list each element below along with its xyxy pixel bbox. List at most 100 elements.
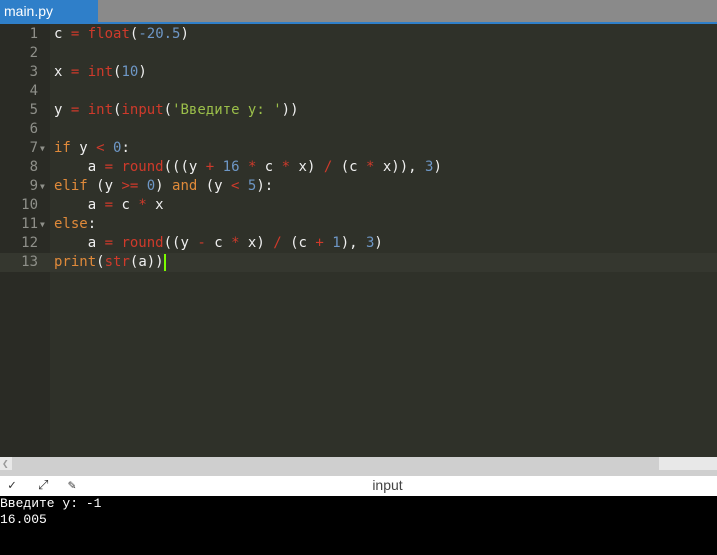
console-toolbar: ✓ ⤢ ✎ input	[0, 470, 717, 496]
code-token: >=	[121, 178, 139, 194]
line-number: 2	[29, 45, 38, 61]
code-token: y	[70, 140, 97, 156]
code-token: -	[197, 235, 206, 251]
scroll-left-icon[interactable]: ❮	[2, 457, 9, 471]
console-line: 16.005	[0, 512, 47, 527]
code-token: (	[163, 102, 173, 118]
code-text: a = round((y - c * x) / (c + 1), 3)	[54, 234, 383, 253]
code-text: a = round(((y + 16 * c * x) / (c * x)), …	[54, 158, 442, 177]
code-token: (	[96, 254, 105, 270]
code-token: if	[54, 140, 71, 156]
code-line[interactable]: 9 ▼ elif (y >= 0) and (y < 5):	[0, 177, 717, 196]
code-token: (y	[197, 178, 232, 194]
code-token: )	[180, 26, 189, 42]
code-token: :	[87, 216, 97, 232]
code-line[interactable]: 7 ▼ if y < 0:	[0, 139, 717, 158]
console-title: input	[372, 477, 403, 493]
code-text: else:	[54, 215, 96, 234]
code-token: )	[138, 64, 147, 80]
code-token: -20.5	[138, 26, 181, 42]
code-token: elif	[54, 178, 88, 194]
code-token: )	[433, 159, 442, 175]
line-number: 12	[21, 235, 38, 251]
console-line: Введите y: -1	[0, 496, 102, 511]
fold-arrow-icon[interactable]: ▼	[40, 139, 45, 158]
code-line[interactable]: 6	[0, 120, 717, 139]
tab-main-py[interactable]: main.py	[0, 0, 98, 22]
code-token: x)),	[374, 159, 425, 175]
line-number: 7	[29, 140, 38, 156]
code-token: <	[96, 140, 105, 156]
line-number: 13	[21, 254, 38, 270]
code-token: /	[273, 235, 282, 251]
code-token: *	[138, 197, 147, 213]
code-line[interactable]: 8 a = round(((y + 16 * c * x) / (c * x))…	[0, 158, 717, 177]
code-token: /	[323, 159, 333, 175]
tab-bar: main.py	[0, 0, 717, 24]
code-token: a	[54, 159, 105, 175]
line-number: 6	[29, 121, 38, 137]
code-token: round	[121, 235, 164, 251]
code-token: *	[281, 159, 291, 175]
code-token: ):	[256, 178, 274, 194]
code-token: 16	[222, 159, 240, 175]
fold-arrow-icon[interactable]: ▼	[40, 177, 45, 196]
horizontal-scrollbar[interactable]: ❮	[0, 457, 717, 471]
code-line[interactable]: 12 a = round((y - c * x) / (c + 1), 3)	[0, 234, 717, 253]
code-text: if y < 0:	[54, 139, 130, 158]
code-token: else	[54, 216, 88, 232]
line-number: 11	[21, 216, 38, 232]
line-number: 10	[21, 197, 38, 213]
code-token: ),	[340, 235, 366, 251]
console-output[interactable]: Введите y: -1 16.005	[0, 496, 717, 555]
code-token: int	[87, 64, 114, 80]
code-token: 10	[121, 64, 139, 80]
code-token: (c	[281, 235, 316, 251]
text-cursor	[163, 253, 166, 271]
code-line[interactable]: 3 x = int(10)	[0, 63, 717, 82]
line-number: 9	[29, 178, 38, 194]
code-token: and	[172, 178, 198, 194]
code-token: int	[87, 102, 114, 118]
code-text: y = int(input('Введите y: '))	[54, 101, 299, 120]
code-token: +	[315, 235, 324, 251]
code-token: (a))	[129, 254, 164, 270]
code-token: *	[231, 235, 240, 251]
code-token: print	[54, 254, 97, 270]
code-token: 'Введите y: '	[172, 102, 282, 118]
scrollbar-thumb[interactable]	[12, 457, 659, 471]
code-line[interactable]: 10 a = c * x	[0, 196, 717, 215]
code-editor[interactable]: 1c = float(-20.5) 2 3 x = int(10) 4 5 y = int(…	[0, 24, 717, 457]
code-line[interactable]: 13 print(str(a))	[0, 253, 717, 272]
code-token: =	[104, 159, 114, 175]
code-line[interactable]: 5y = int(input('Введите y: '))	[0, 101, 717, 120]
code-token: x)	[239, 235, 274, 251]
code-token: x	[146, 197, 164, 213]
code-line[interactable]: 1 c = float(-20.5)	[0, 25, 717, 44]
code-text: print(str(a))	[54, 253, 166, 272]
code-token: input	[121, 102, 164, 118]
code-line[interactable]: 11 ▼ else:	[0, 215, 717, 234]
line-number: 8	[29, 159, 38, 175]
code-token: ((y	[163, 235, 198, 251]
code-token: )	[155, 178, 173, 194]
code-token: 0	[146, 178, 156, 194]
fold-arrow-icon[interactable]: ▼	[40, 215, 45, 234]
code-token: 1	[332, 235, 341, 251]
code-token: round	[121, 159, 164, 175]
code-text: x = int(10)	[54, 63, 147, 82]
code-token: =	[104, 197, 114, 213]
code-line[interactable]: 4	[0, 82, 717, 101]
code-line[interactable]: 2	[0, 44, 717, 63]
line-number: 3	[29, 64, 38, 80]
code-token: a	[54, 197, 105, 213]
